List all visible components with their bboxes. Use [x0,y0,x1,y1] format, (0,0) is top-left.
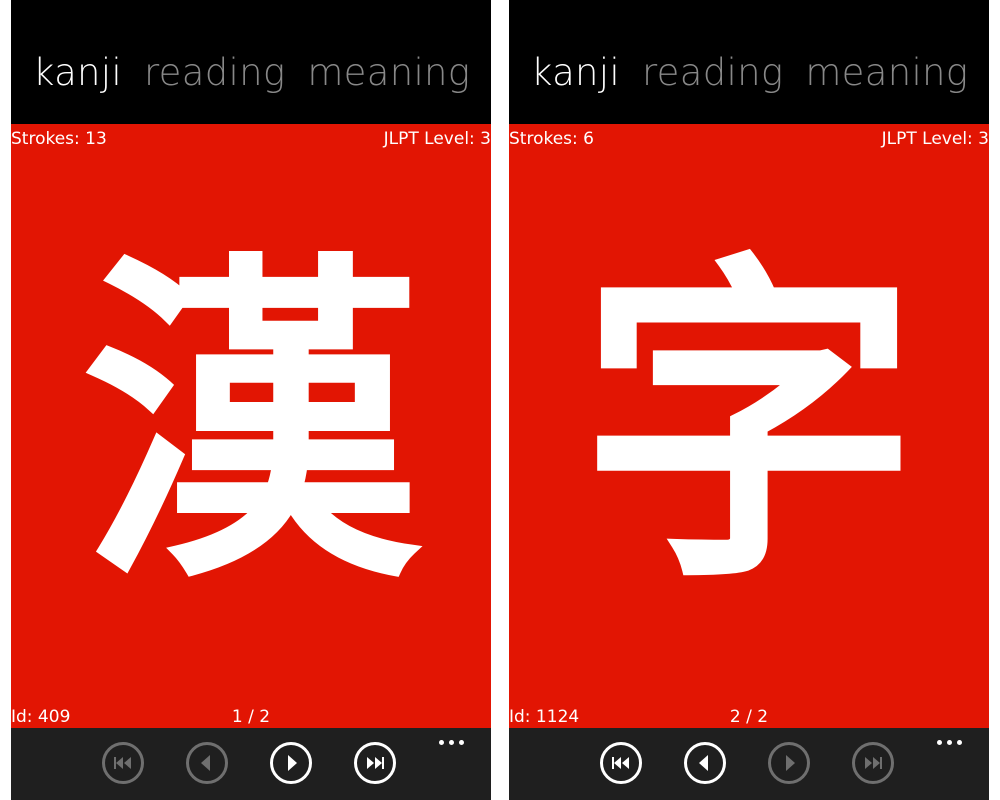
ellipsis-icon [937,740,942,745]
previous-icon [201,755,210,771]
tab-kanji[interactable]: kanji [33,48,122,98]
skip-first-button[interactable] [102,742,144,784]
kanji-card[interactable]: Strokes: 13 JLPT Level: 3 漢 Id: 409 1 / … [11,124,491,728]
kanji-character: 漢 [81,228,421,624]
ellipsis-icon [439,740,444,745]
previous-icon [699,755,708,771]
kanji-character: 字 [579,228,919,624]
phone-screen-kanji-2: kanji reading meaning Strokes: 6 JLPT Leve… [509,0,989,800]
previous-button[interactable] [684,742,726,784]
ellipsis-icon [947,740,952,745]
next-icon [786,755,795,771]
more-options-button[interactable] [439,738,469,748]
app-bar [11,728,491,800]
skip-first-icon [612,757,629,769]
tab-reading[interactable]: reading [144,48,285,98]
pivot-tabs: kanji reading meaning [531,48,989,98]
next-button[interactable] [270,742,312,784]
tab-meaning[interactable]: meaning [805,48,968,98]
ellipsis-icon [449,740,454,745]
kanji-card[interactable]: Strokes: 6 JLPT Level: 3 字 Id: 1124 2 / … [509,124,989,728]
next-icon [288,755,297,771]
pivot-header: kanji reading meaning [509,0,989,124]
ellipsis-icon [957,740,962,745]
phone-screen-kanji-1: kanji reading meaning Strokes: 13 JLPT Lev… [11,0,491,800]
skip-last-button[interactable] [852,742,894,784]
tab-reading[interactable]: reading [642,48,783,98]
more-options-button[interactable] [937,738,967,748]
skip-last-icon [367,757,384,769]
ellipsis-icon [459,740,464,745]
page-indicator: 1 / 2 [231,707,271,727]
skip-last-icon [865,757,882,769]
next-button[interactable] [768,742,810,784]
tab-meaning[interactable]: meaning [307,48,470,98]
previous-button[interactable] [186,742,228,784]
tab-kanji[interactable]: kanji [531,48,620,98]
skip-first-icon [114,757,131,769]
skip-last-button[interactable] [354,742,396,784]
skip-first-button[interactable] [600,742,642,784]
pivot-tabs: kanji reading meaning [33,48,491,98]
page-indicator: 2 / 2 [729,707,769,727]
app-bar [509,728,989,800]
pivot-header: kanji reading meaning [11,0,491,124]
